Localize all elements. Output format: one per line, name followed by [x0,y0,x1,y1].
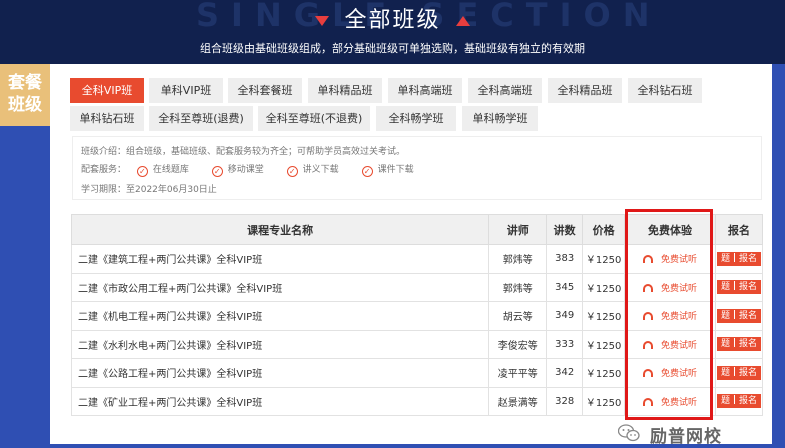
tab-quanke-gaoduan[interactable]: 全科高端班 [468,78,542,103]
study-period: 学习期限：至2022年06月30日止 [81,185,217,195]
service-item: ✓ 在线题库 [136,162,189,177]
service-item-label: 讲义下载 [302,165,339,175]
signup-button-face: 题报名 [716,394,761,409]
tab-quanke-taocan[interactable]: 全科套餐班 [228,78,302,103]
course-price: ￥1250 [582,358,626,388]
class-info-box: 班级介绍：组合班级，基础班级、配套服务较为齐全；可帮助学员高效过关考试。 配套服… [72,136,762,200]
signup-button[interactable]: 题报名 [714,272,764,302]
column-header-price: 价格 [582,214,626,245]
triangle-down-icon [315,16,330,26]
service-item-label: 移动课堂 [227,165,264,175]
tab-quanke-zhizun-norefund[interactable]: 全科至尊班(不退费) [258,106,370,131]
signup-button-prefix: 题 [720,282,730,293]
column-header-teacher: 讲师 [488,214,548,245]
course-name[interactable]: 二建《水利水电+两门公共课》全科VIP班 [70,329,490,359]
course-teacher: 郭炜等 [488,272,548,302]
signup-button-face: 题报名 [716,308,761,323]
signup-button-face: 题报名 [716,251,761,266]
service-item: ✓ 移动课堂 [211,162,264,177]
service-list: 配套服务： ✓ 在线题库 ✓ 移动课堂 ✓ 讲义下载 ✓ 课件下载 [81,162,434,177]
signup-button[interactable]: 题报名 [714,301,764,331]
tab-danke-jingpin[interactable]: 单科精品班 [308,78,382,103]
check-icon: ✓ [361,166,373,177]
combo-class-tag: 套餐班级 [0,64,50,126]
page-subtitle: 组合班级由基础班级组成，部分基础班级可单独选购，基础班级有独立的有效期 [200,42,585,55]
tab-quanke-changxue[interactable]: 全科畅学班 [376,106,456,131]
tab-quanke-zhizun-refund[interactable]: 全科至尊班(退费) [149,106,253,131]
right-side-bar [772,64,785,448]
signup-button-face: 题报名 [716,337,761,352]
signup-button-prefix: 题 [720,396,730,407]
signup-button-label: 报名 [738,253,757,264]
course-price: ￥1250 [582,386,626,416]
course-teacher: 赵景满等 [488,386,548,416]
check-icon: ✓ [136,166,148,177]
signup-button-label: 报名 [738,396,757,407]
course-name[interactable]: 二建《矿业工程+两门公共课》全科VIP班 [70,386,490,416]
tab-danke-zuanshi[interactable]: 单科钻石班 [70,106,144,131]
course-name[interactable]: 二建《公路工程+两门公共课》全科VIP班 [70,358,490,388]
signup-button[interactable]: 题报名 [714,358,764,388]
signup-button-face: 题报名 [716,365,761,380]
course-teacher: 李俊宏等 [488,329,548,359]
free-trial-highlight-frame [625,209,713,420]
tab-quanke-jingpin[interactable]: 全科精品班 [548,78,622,103]
column-header-signup: 报名 [714,214,764,245]
course-lessons: 383 [546,244,584,274]
signup-button-prefix: 题 [720,253,730,264]
watermark: 励普网校 [618,420,778,447]
signup-button-label: 报名 [738,282,757,293]
signup-button[interactable]: 题报名 [714,329,764,359]
course-price: ￥1250 [582,329,626,359]
course-name[interactable]: 二建《机电工程+两门公共课》全科VIP班 [70,301,490,331]
course-lessons: 345 [546,272,584,302]
course-teacher: 胡云等 [488,301,548,331]
course-teacher: 凌平平等 [488,358,548,388]
signup-button[interactable]: 题报名 [714,244,764,274]
course-price: ￥1250 [582,244,626,274]
course-teacher: 郭炜等 [488,244,548,274]
column-header-lessons: 讲数 [546,214,584,245]
tab-quanke-zuanshi[interactable]: 全科钻石班 [628,78,702,103]
class-intro: 班级介绍：组合班级，基础班级、配套服务较为齐全；可帮助学员高效过关考试。 [81,147,406,157]
course-price: ￥1250 [582,301,626,331]
wechat-icon [618,424,640,442]
signup-button-prefix: 题 [720,367,730,378]
triangle-up-icon [455,16,470,26]
service-item-label: 课件下载 [377,165,414,175]
course-lessons: 342 [546,358,584,388]
signup-button-label: 报名 [738,367,757,378]
service-item: ✓ 课件下载 [361,162,414,177]
page-title: 全部班级 [344,8,441,33]
course-lessons: 333 [546,329,584,359]
signup-button-label: 报名 [738,310,757,321]
signup-button[interactable]: 题报名 [714,386,764,416]
column-header-course: 课程专业名称 [70,214,490,245]
service-item: ✓ 讲义下载 [286,162,339,177]
page-header: SINGLE SECTION 全部班级 组合班级由基础班级组成，部分基础班级可单… [0,0,785,64]
signup-button-label: 报名 [738,339,757,350]
watermark-text: 励普网校 [650,427,722,447]
tab-danke-gaoduan[interactable]: 单科高端班 [388,78,462,103]
signup-button-prefix: 题 [720,339,730,350]
service-label: 配套服务： [81,165,127,175]
header-title-row: 全部班级 [0,4,785,38]
tab-quanke-vip[interactable]: 全科VIP班 [70,78,144,103]
combo-class-tag-label: 套餐班级 [8,73,42,115]
tab-danke-changxue[interactable]: 单科畅学班 [462,106,538,131]
signup-button-face: 题报名 [716,280,761,295]
check-icon: ✓ [286,166,298,177]
course-name[interactable]: 二建《建筑工程+两门公共课》全科VIP班 [70,244,490,274]
service-item-label: 在线题库 [152,165,189,175]
course-lessons: 328 [546,386,584,416]
course-name[interactable]: 二建《市政公用工程+两门公共课》全科VIP班 [70,272,490,302]
check-icon: ✓ [211,166,223,177]
tab-danke-vip[interactable]: 单科VIP班 [149,78,223,103]
signup-button-prefix: 题 [720,310,730,321]
course-lessons: 349 [546,301,584,331]
course-price: ￥1250 [582,272,626,302]
